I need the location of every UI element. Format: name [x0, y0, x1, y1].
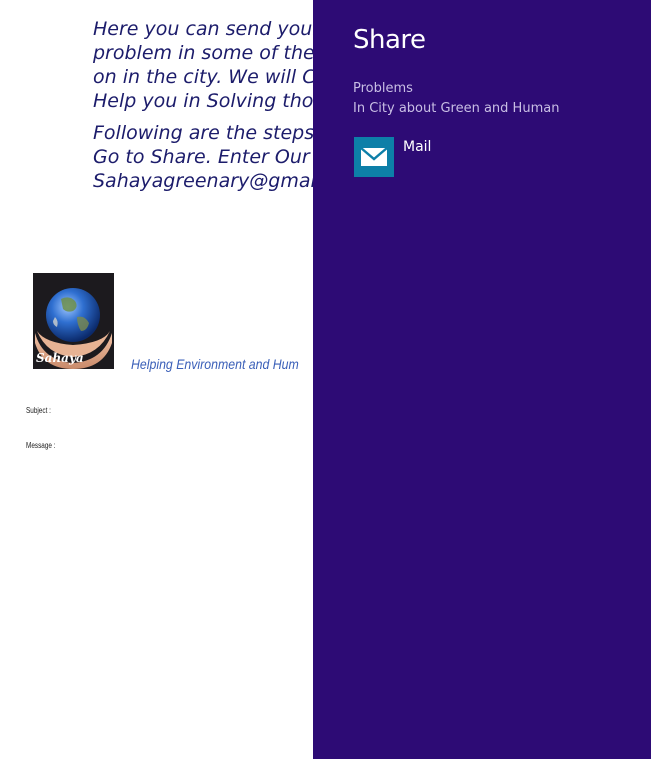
share-description-title: Problems [353, 81, 413, 96]
message-label: Message : [26, 441, 56, 450]
sahaya-logo: Sahaya [33, 273, 114, 369]
share-charm-pane: Share Problems In City about Green and H… [313, 0, 651, 759]
logo-caption: Sahaya [36, 351, 84, 365]
share-description: Problems In City about Green and Human [353, 79, 559, 119]
tagline: Helping Environment and Hum [131, 356, 299, 372]
share-description-subtitle: In City about Green and Human [353, 101, 560, 116]
app-window: Here you can send your fe problem in som… [0, 0, 651, 759]
mail-app-tile[interactable] [354, 137, 394, 177]
share-title: Share [353, 25, 426, 55]
mail-label[interactable]: Mail [403, 139, 431, 155]
share-target-mail[interactable]: Mail [353, 137, 613, 177]
subject-label: Subject : [26, 406, 51, 415]
mail-icon [360, 147, 388, 166]
